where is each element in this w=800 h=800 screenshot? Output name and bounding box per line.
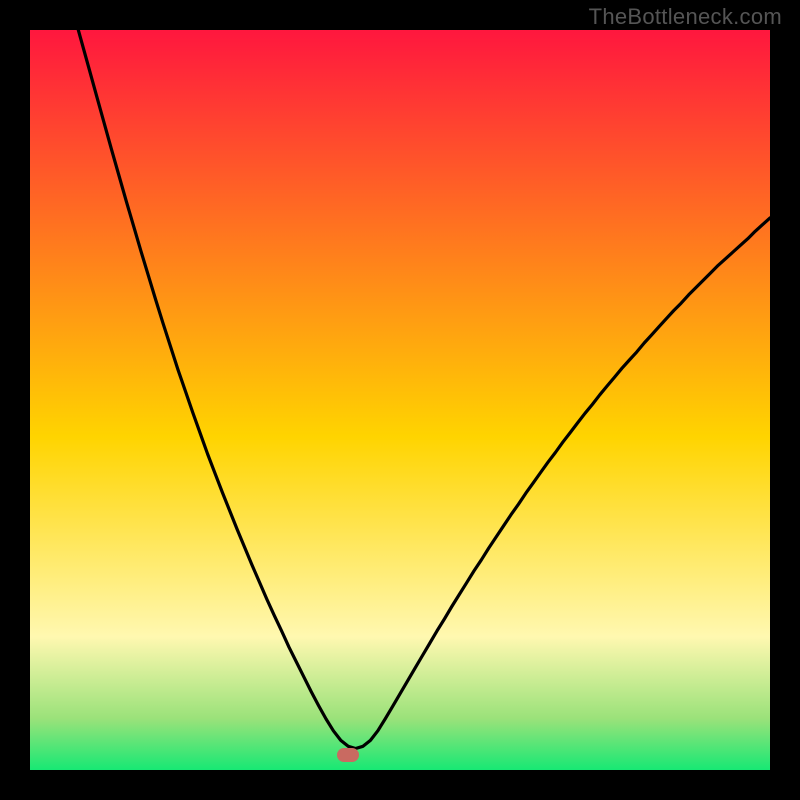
chart-svg	[30, 30, 770, 770]
gradient-bg	[30, 30, 770, 770]
plot-area	[30, 30, 770, 770]
chart-frame: TheBottleneck.com	[0, 0, 800, 800]
optimal-marker	[337, 748, 359, 762]
watermark-text: TheBottleneck.com	[589, 4, 782, 30]
